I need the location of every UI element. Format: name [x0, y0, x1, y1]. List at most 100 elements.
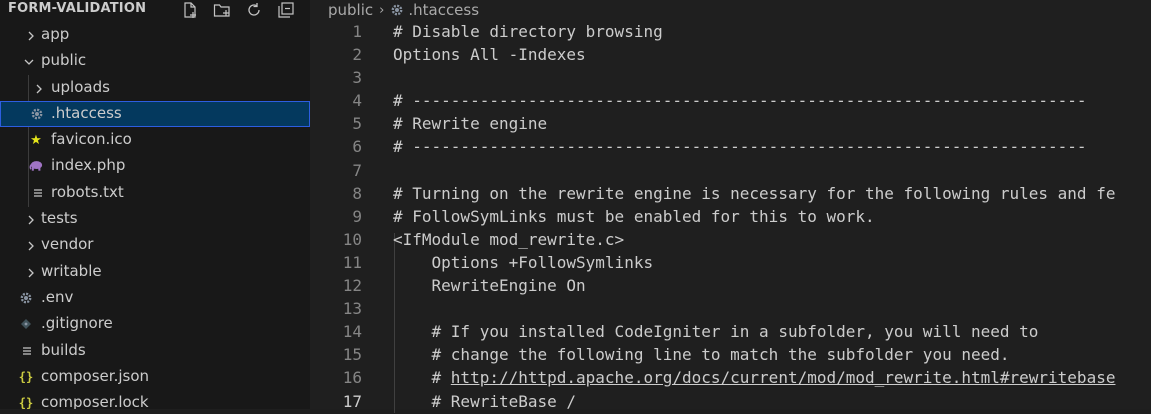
tree-item-label: composer.lock — [41, 393, 149, 409]
tree-file-htaccess[interactable]: .htaccess — [0, 100, 310, 128]
line-number: 12 — [342, 276, 362, 296]
breadcrumb: public › .htaccess — [328, 0, 479, 20]
tree-folder-uploads[interactable]: uploads — [0, 75, 310, 101]
new-file-icon[interactable] — [178, 0, 202, 20]
code-lines[interactable]: 1 # Disable directory browsing 2 Options A… — [310, 21, 1151, 414]
code-line: 3 — [310, 67, 1151, 90]
tree-item-label: uploads — [51, 77, 110, 96]
chevron-right-icon — [32, 81, 46, 95]
code-line: 12 RewriteEngine On — [310, 275, 1151, 298]
code-line: 16 # http://httpd.apache.org/docs/curren… — [310, 367, 1151, 390]
line-number: 6 — [352, 137, 362, 157]
code-line: 14 # If you installed CodeIgniter in a s… — [310, 321, 1151, 344]
tree-item-label: robots.txt — [51, 182, 124, 201]
line-text: # If you installed CodeIgniter in a subf… — [393, 322, 1039, 342]
tree-folder-vendor[interactable]: vendor — [0, 232, 310, 258]
code-line: 11 Options +FollowSymlinks — [310, 252, 1151, 275]
explorer-header: FORM-VALIDATION — [0, 0, 310, 20]
line-number: 11 — [342, 252, 362, 272]
tree-item-label: builds — [41, 340, 86, 359]
line-number: 14 — [342, 322, 362, 342]
line-number: 15 — [342, 345, 362, 365]
code-line: 5 # Rewrite engine — [310, 113, 1151, 136]
tree-file-favicon[interactable]: ★ favicon.ico — [0, 127, 310, 153]
line-number: 17 — [342, 391, 362, 411]
chevron-right-icon — [24, 265, 38, 279]
line-number: 4 — [352, 91, 362, 111]
collapse-all-icon[interactable] — [274, 0, 298, 20]
tree-file-composer-lock[interactable]: {} composer.lock — [0, 390, 310, 409]
code-line: 10 <IfModule mod_rewrite.c> — [310, 229, 1151, 252]
gear-icon — [390, 3, 404, 17]
code-line: 4 # -------------------------------------… — [310, 90, 1151, 113]
json-braces-icon: {} — [18, 396, 34, 409]
breadcrumb-file[interactable]: .htaccess — [408, 1, 479, 19]
line-text: # RewriteBase / — [393, 391, 577, 411]
new-folder-icon[interactable] — [210, 0, 234, 20]
explorer-sidebar: FORM-VALIDATION app public uploads .htac… — [0, 0, 310, 409]
line-number: 13 — [342, 299, 362, 319]
chevron-down-icon — [22, 54, 36, 68]
line-text: # change the following line to match the… — [393, 345, 1010, 365]
php-elephant-icon — [29, 158, 43, 174]
tree-file-builds[interactable]: builds — [0, 338, 310, 364]
chevron-right-icon: › — [379, 2, 385, 18]
line-text: # --------------------------------------… — [393, 91, 1087, 111]
tree-item-label: .gitignore — [41, 314, 113, 333]
tree-item-label: public — [41, 51, 87, 70]
tree-file-gitignore[interactable]: .gitignore — [0, 311, 310, 337]
tree-file-env[interactable]: .env — [0, 285, 310, 311]
code-link[interactable]: http://httpd.apache.org/docs/current/mod… — [451, 368, 1116, 387]
line-text: # Turning on the rewrite engine is neces… — [393, 183, 1116, 203]
tree-folder-writable[interactable]: writable — [0, 259, 310, 285]
git-diamond-icon — [19, 316, 33, 332]
code-line: 15 # change the following line to match … — [310, 344, 1151, 367]
line-number: 5 — [352, 114, 362, 134]
line-number: 2 — [352, 45, 362, 65]
line-text: # Rewrite engine — [393, 114, 548, 134]
tree-item-label: writable — [41, 261, 102, 280]
star-icon: ★ — [30, 132, 42, 148]
tree-item-label: .env — [41, 287, 74, 306]
code-line: 7 — [310, 160, 1151, 183]
tree-file-robots[interactable]: robots.txt — [0, 180, 310, 206]
tree-item-label: .htaccess — [51, 103, 122, 122]
line-number: 8 — [352, 183, 362, 203]
explorer-actions — [178, 0, 298, 20]
code-line: 8 # Turning on the rewrite engine is nece… — [310, 183, 1151, 206]
json-braces-icon: {} — [18, 369, 34, 384]
line-number: 1 — [352, 22, 362, 41]
code-line: 9 # FollowSymLinks must be enabled for th… — [310, 206, 1151, 229]
code-line: 1 # Disable directory browsing — [310, 21, 1151, 44]
line-text: # --------------------------------------… — [393, 137, 1087, 157]
tree-file-composer-json[interactable]: {} composer.json — [0, 364, 310, 390]
tree-folder-public[interactable]: public — [0, 48, 310, 74]
line-number: 3 — [352, 68, 362, 88]
chevron-right-icon — [24, 238, 38, 252]
gear-icon — [30, 106, 44, 122]
file-tree: app public uploads .htaccess ★ favicon.i… — [0, 22, 310, 409]
code-editor[interactable]: public › .htaccess 1 # Disable directory … — [310, 0, 1151, 413]
line-text: RewriteEngine On — [393, 276, 586, 296]
line-text: <IfModule mod_rewrite.c> — [393, 229, 625, 249]
line-text: # http://httpd.apache.org/docs/current/m… — [393, 368, 1116, 388]
explorer-title: FORM-VALIDATION — [8, 1, 147, 16]
breadcrumb-folder[interactable]: public — [328, 1, 373, 19]
text-lines-icon — [31, 185, 45, 201]
line-text: # FollowSymLinks must be enabled for thi… — [393, 206, 875, 226]
comment-prefix: # — [393, 368, 451, 388]
line-number: 10 — [342, 229, 362, 249]
chevron-right-icon — [24, 212, 38, 226]
tree-folder-tests[interactable]: tests — [0, 206, 310, 232]
tree-item-label: composer.json — [41, 366, 150, 385]
refresh-icon[interactable] — [242, 0, 266, 20]
tree-file-index-php[interactable]: index.php — [0, 153, 310, 179]
tree-folder-app[interactable]: app — [0, 22, 310, 48]
gear-icon — [19, 290, 33, 306]
line-number: 7 — [352, 160, 362, 180]
line-text: Options +FollowSymlinks — [393, 252, 654, 272]
tree-item-label: index.php — [51, 156, 126, 175]
tree-item-label: vendor — [41, 235, 94, 254]
text-lines-icon — [20, 343, 34, 359]
chevron-right-icon — [24, 28, 38, 42]
